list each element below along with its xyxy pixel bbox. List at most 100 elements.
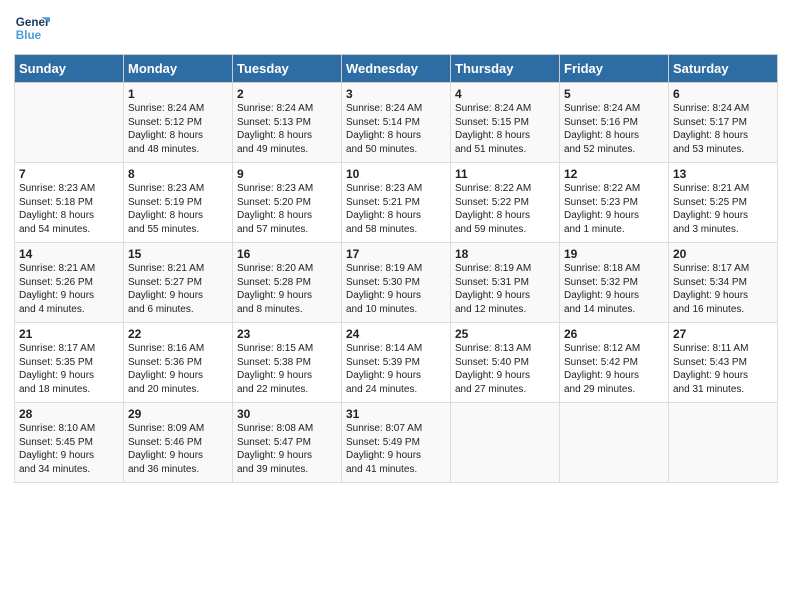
day-info: Sunrise: 8:23 AMSunset: 5:18 PMDaylight:…	[19, 182, 119, 236]
day-info: Sunrise: 8:11 AMSunset: 5:43 PMDaylight:…	[673, 342, 773, 396]
calendar-week-row: 21Sunrise: 8:17 AMSunset: 5:35 PMDayligh…	[15, 323, 778, 403]
calendar-week-row: 28Sunrise: 8:10 AMSunset: 5:45 PMDayligh…	[15, 403, 778, 483]
calendar-cell: 3Sunrise: 8:24 AMSunset: 5:14 PMDaylight…	[342, 83, 451, 163]
day-number: 14	[19, 247, 119, 261]
day-info: Sunrise: 8:19 AMSunset: 5:31 PMDaylight:…	[455, 262, 555, 316]
calendar-cell: 30Sunrise: 8:08 AMSunset: 5:47 PMDayligh…	[233, 403, 342, 483]
day-info: Sunrise: 8:24 AMSunset: 5:15 PMDaylight:…	[455, 102, 555, 156]
calendar-cell: 15Sunrise: 8:21 AMSunset: 5:27 PMDayligh…	[124, 243, 233, 323]
day-info: Sunrise: 8:20 AMSunset: 5:28 PMDaylight:…	[237, 262, 337, 316]
day-info: Sunrise: 8:17 AMSunset: 5:35 PMDaylight:…	[19, 342, 119, 396]
day-info: Sunrise: 8:15 AMSunset: 5:38 PMDaylight:…	[237, 342, 337, 396]
calendar-week-row: 7Sunrise: 8:23 AMSunset: 5:18 PMDaylight…	[15, 163, 778, 243]
day-info: Sunrise: 8:23 AMSunset: 5:21 PMDaylight:…	[346, 182, 446, 236]
weekday-header-friday: Friday	[560, 55, 669, 83]
day-number: 21	[19, 327, 119, 341]
day-info: Sunrise: 8:18 AMSunset: 5:32 PMDaylight:…	[564, 262, 664, 316]
calendar-cell: 19Sunrise: 8:18 AMSunset: 5:32 PMDayligh…	[560, 243, 669, 323]
day-info: Sunrise: 8:21 AMSunset: 5:25 PMDaylight:…	[673, 182, 773, 236]
day-number: 23	[237, 327, 337, 341]
day-number: 27	[673, 327, 773, 341]
calendar-cell: 28Sunrise: 8:10 AMSunset: 5:45 PMDayligh…	[15, 403, 124, 483]
calendar-cell: 18Sunrise: 8:19 AMSunset: 5:31 PMDayligh…	[451, 243, 560, 323]
calendar-cell: 10Sunrise: 8:23 AMSunset: 5:21 PMDayligh…	[342, 163, 451, 243]
calendar-cell: 20Sunrise: 8:17 AMSunset: 5:34 PMDayligh…	[669, 243, 778, 323]
day-number: 6	[673, 87, 773, 101]
logo: General Blue	[14, 10, 50, 46]
day-number: 22	[128, 327, 228, 341]
day-number: 29	[128, 407, 228, 421]
calendar-cell: 24Sunrise: 8:14 AMSunset: 5:39 PMDayligh…	[342, 323, 451, 403]
calendar-cell	[15, 83, 124, 163]
day-info: Sunrise: 8:09 AMSunset: 5:46 PMDaylight:…	[128, 422, 228, 476]
day-number: 20	[673, 247, 773, 261]
weekday-header-thursday: Thursday	[451, 55, 560, 83]
calendar-cell: 1Sunrise: 8:24 AMSunset: 5:12 PMDaylight…	[124, 83, 233, 163]
day-info: Sunrise: 8:24 AMSunset: 5:17 PMDaylight:…	[673, 102, 773, 156]
calendar-cell	[669, 403, 778, 483]
day-number: 11	[455, 167, 555, 181]
logo-icon: General Blue	[14, 10, 50, 46]
calendar-cell: 6Sunrise: 8:24 AMSunset: 5:17 PMDaylight…	[669, 83, 778, 163]
day-number: 19	[564, 247, 664, 261]
day-number: 9	[237, 167, 337, 181]
calendar-cell: 23Sunrise: 8:15 AMSunset: 5:38 PMDayligh…	[233, 323, 342, 403]
svg-text:Blue: Blue	[16, 29, 42, 42]
calendar-cell: 12Sunrise: 8:22 AMSunset: 5:23 PMDayligh…	[560, 163, 669, 243]
calendar-cell: 21Sunrise: 8:17 AMSunset: 5:35 PMDayligh…	[15, 323, 124, 403]
calendar-cell: 14Sunrise: 8:21 AMSunset: 5:26 PMDayligh…	[15, 243, 124, 323]
day-info: Sunrise: 8:07 AMSunset: 5:49 PMDaylight:…	[346, 422, 446, 476]
day-info: Sunrise: 8:13 AMSunset: 5:40 PMDaylight:…	[455, 342, 555, 396]
calendar-cell: 25Sunrise: 8:13 AMSunset: 5:40 PMDayligh…	[451, 323, 560, 403]
day-info: Sunrise: 8:24 AMSunset: 5:12 PMDaylight:…	[128, 102, 228, 156]
day-number: 28	[19, 407, 119, 421]
calendar-cell: 31Sunrise: 8:07 AMSunset: 5:49 PMDayligh…	[342, 403, 451, 483]
calendar-cell: 8Sunrise: 8:23 AMSunset: 5:19 PMDaylight…	[124, 163, 233, 243]
day-number: 4	[455, 87, 555, 101]
calendar-cell: 13Sunrise: 8:21 AMSunset: 5:25 PMDayligh…	[669, 163, 778, 243]
weekday-header-tuesday: Tuesday	[233, 55, 342, 83]
day-info: Sunrise: 8:14 AMSunset: 5:39 PMDaylight:…	[346, 342, 446, 396]
weekday-header-row: SundayMondayTuesdayWednesdayThursdayFrid…	[15, 55, 778, 83]
day-info: Sunrise: 8:21 AMSunset: 5:27 PMDaylight:…	[128, 262, 228, 316]
calendar-cell: 9Sunrise: 8:23 AMSunset: 5:20 PMDaylight…	[233, 163, 342, 243]
day-number: 30	[237, 407, 337, 421]
day-number: 25	[455, 327, 555, 341]
day-info: Sunrise: 8:17 AMSunset: 5:34 PMDaylight:…	[673, 262, 773, 316]
day-number: 17	[346, 247, 446, 261]
calendar-table: SundayMondayTuesdayWednesdayThursdayFrid…	[14, 54, 778, 483]
day-number: 8	[128, 167, 228, 181]
calendar-cell: 2Sunrise: 8:24 AMSunset: 5:13 PMDaylight…	[233, 83, 342, 163]
calendar-cell: 11Sunrise: 8:22 AMSunset: 5:22 PMDayligh…	[451, 163, 560, 243]
calendar-week-row: 14Sunrise: 8:21 AMSunset: 5:26 PMDayligh…	[15, 243, 778, 323]
day-info: Sunrise: 8:24 AMSunset: 5:14 PMDaylight:…	[346, 102, 446, 156]
weekday-header-saturday: Saturday	[669, 55, 778, 83]
weekday-header-sunday: Sunday	[15, 55, 124, 83]
weekday-header-wednesday: Wednesday	[342, 55, 451, 83]
calendar-cell: 5Sunrise: 8:24 AMSunset: 5:16 PMDaylight…	[560, 83, 669, 163]
calendar-cell: 22Sunrise: 8:16 AMSunset: 5:36 PMDayligh…	[124, 323, 233, 403]
calendar-cell: 16Sunrise: 8:20 AMSunset: 5:28 PMDayligh…	[233, 243, 342, 323]
calendar-cell: 7Sunrise: 8:23 AMSunset: 5:18 PMDaylight…	[15, 163, 124, 243]
day-info: Sunrise: 8:10 AMSunset: 5:45 PMDaylight:…	[19, 422, 119, 476]
main-container: General Blue SundayMondayTuesdayWednesda…	[0, 0, 792, 491]
day-number: 15	[128, 247, 228, 261]
day-number: 2	[237, 87, 337, 101]
calendar-week-row: 1Sunrise: 8:24 AMSunset: 5:12 PMDaylight…	[15, 83, 778, 163]
day-number: 1	[128, 87, 228, 101]
calendar-cell: 4Sunrise: 8:24 AMSunset: 5:15 PMDaylight…	[451, 83, 560, 163]
day-info: Sunrise: 8:22 AMSunset: 5:22 PMDaylight:…	[455, 182, 555, 236]
day-info: Sunrise: 8:21 AMSunset: 5:26 PMDaylight:…	[19, 262, 119, 316]
day-number: 31	[346, 407, 446, 421]
day-number: 7	[19, 167, 119, 181]
calendar-cell	[451, 403, 560, 483]
calendar-cell: 29Sunrise: 8:09 AMSunset: 5:46 PMDayligh…	[124, 403, 233, 483]
day-info: Sunrise: 8:22 AMSunset: 5:23 PMDaylight:…	[564, 182, 664, 236]
day-number: 26	[564, 327, 664, 341]
day-number: 24	[346, 327, 446, 341]
day-info: Sunrise: 8:23 AMSunset: 5:20 PMDaylight:…	[237, 182, 337, 236]
day-number: 18	[455, 247, 555, 261]
day-info: Sunrise: 8:12 AMSunset: 5:42 PMDaylight:…	[564, 342, 664, 396]
day-info: Sunrise: 8:16 AMSunset: 5:36 PMDaylight:…	[128, 342, 228, 396]
day-number: 13	[673, 167, 773, 181]
